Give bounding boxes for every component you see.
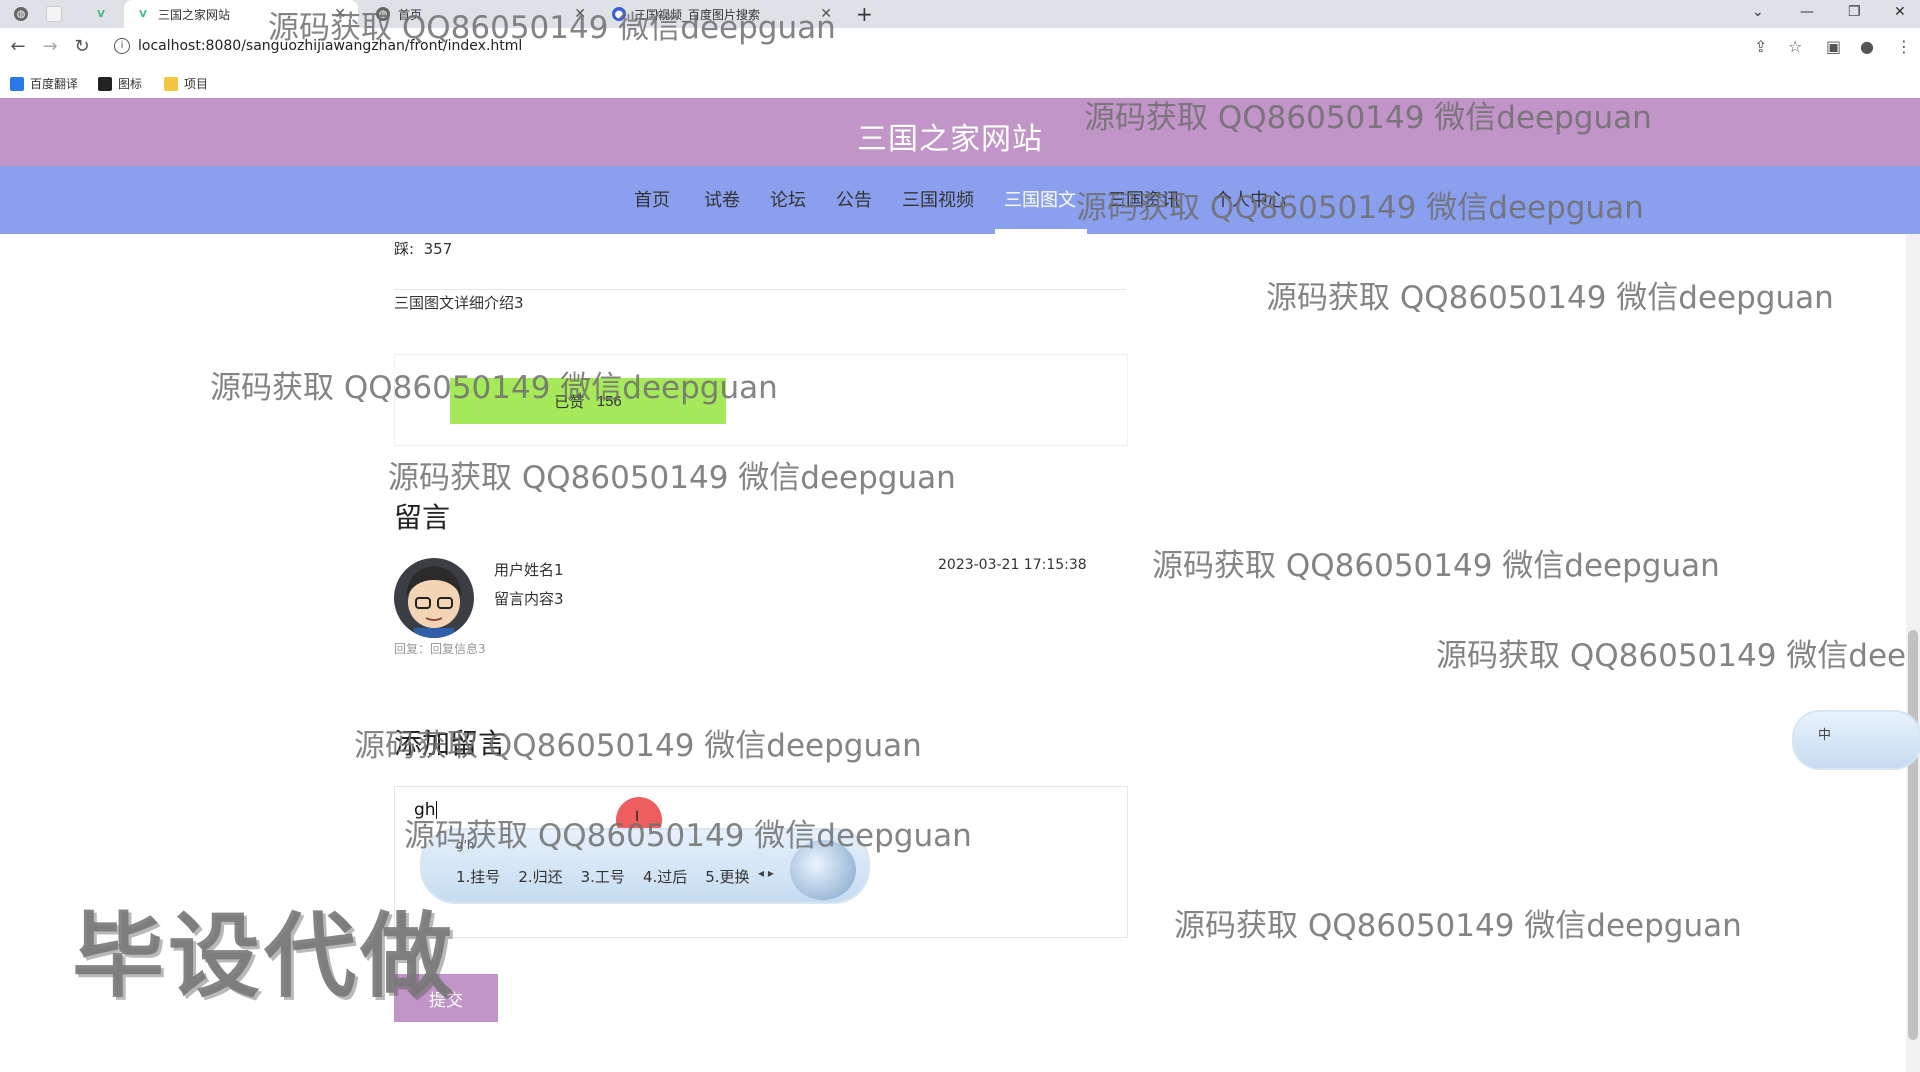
close-window-icon[interactable]: ✕ — [1894, 4, 1906, 20]
dislike-value: 357 — [423, 240, 453, 258]
watermark: 源码获取 QQ86050149 微信deepguan — [388, 460, 956, 496]
globe-icon: ◍ — [14, 7, 28, 21]
chevron-down-icon[interactable]: ⌄ — [1752, 4, 1764, 20]
dislike-label: 踩: — [394, 240, 415, 258]
new-tab-button[interactable]: + — [856, 0, 873, 28]
watermark: 源码获取 QQ86050149 微信deepguan — [1266, 280, 1834, 316]
tab-pinned-3[interactable]: V — [94, 0, 116, 28]
site-info-icon[interactable]: i — [114, 38, 130, 54]
watermark: 源码获取 QQ86050149 微信deepguan — [404, 818, 972, 854]
star-icon[interactable]: ☆ — [1788, 37, 1802, 56]
nav-videos[interactable]: 三国视频 — [902, 186, 974, 212]
watermark: 源码获取 QQ86050149 微信deepguan — [1084, 100, 1652, 136]
plus-icon: + — [856, 2, 873, 26]
watermark: 源码获取 QQ86050149 微信deepguan — [1436, 638, 1906, 674]
ime-candidate[interactable]: 5.更换 — [705, 866, 749, 887]
nav-articles[interactable]: 三国图文 — [1004, 186, 1076, 212]
messages-heading: 留言 — [394, 501, 451, 534]
watermark: 源码获取 QQ86050149 微信deepguan — [268, 10, 836, 46]
ime-candidate[interactable]: 2.归还 — [518, 866, 562, 887]
nav-exam[interactable]: 试卷 — [704, 186, 740, 212]
reload-icon[interactable]: ↻ — [70, 36, 94, 57]
translate-icon — [10, 76, 24, 91]
ime-mode-label: 中 — [1818, 728, 1832, 743]
ime-candidate[interactable]: 3.工号 — [581, 866, 625, 887]
watermark: 源码获取 QQ86050149 微信deepguan — [354, 728, 922, 764]
watermark: 源码获取 QQ86050149 微信deepguan — [1152, 548, 1720, 584]
bookmark-label: 项目 — [184, 77, 209, 91]
nav-home[interactable]: 首页 — [634, 186, 670, 212]
active-nav-indicator — [995, 229, 1087, 234]
tab-label: 三国之家网站 — [158, 7, 231, 22]
scroll-thumb[interactable] — [1908, 630, 1918, 1040]
avatar — [394, 558, 474, 638]
blank-page-icon — [46, 6, 62, 22]
watermark: 源码获取 QQ86050149 微信deepguan — [210, 370, 778, 406]
message-time: 2023-03-21 17:15:38 — [938, 557, 1087, 573]
forward-icon[interactable]: → — [38, 36, 62, 57]
nav-forum[interactable]: 论坛 — [770, 186, 806, 212]
watermark: 源码获取 QQ86050149 微信deepguan — [1076, 190, 1644, 226]
bookmark-label: 图标 — [118, 77, 143, 91]
vue-icon: V — [139, 8, 147, 20]
divider — [394, 289, 1126, 290]
tab-pinned-1[interactable]: ◍ — [14, 0, 36, 28]
ime-page-arrows[interactable]: ◂ ▸ — [758, 866, 774, 880]
message-reply: 回复：回复信息3 — [394, 642, 486, 656]
folder-icon — [164, 76, 178, 91]
page-scrollbar[interactable] — [1906, 234, 1920, 1072]
back-icon[interactable]: ← — [6, 36, 30, 57]
profile-icon[interactable]: ● — [1860, 37, 1874, 56]
chevron-right-icon[interactable]: ▸ — [768, 866, 774, 880]
message-user: 用户姓名1 — [494, 561, 564, 579]
dislike-count: 踩: 357 — [394, 238, 452, 259]
share-icon[interactable]: ⇪ — [1754, 37, 1767, 56]
bookmark-projects[interactable]: 项目 — [164, 75, 208, 92]
bookmark-label: 百度翻译 — [30, 77, 79, 91]
ime-candidate[interactable]: 4.过后 — [643, 866, 687, 887]
watermark-stamp: 毕设代做 — [72, 903, 457, 1010]
bookmark-baidu-translate[interactable]: 百度翻译 — [10, 75, 78, 92]
ime-candidates: 1.挂号 2.归还 3.工号 4.过后 5.更换 — [456, 866, 750, 887]
restore-icon[interactable]: ❐ — [1848, 4, 1861, 20]
watermark: 源码获取 QQ86050149 微信deepguan — [1174, 908, 1742, 944]
menu-icon[interactable]: ⋮ — [1896, 37, 1912, 56]
image-icon — [98, 76, 112, 91]
vue-icon: V — [97, 8, 105, 20]
ime-status-bar[interactable]: 中 — [1792, 710, 1920, 770]
sidebar-icon[interactable]: ▣ — [1826, 37, 1841, 56]
article-detail-text: 三国图文详细介绍3 — [394, 294, 524, 312]
minimize-icon[interactable]: — — [1800, 4, 1814, 20]
message-content: 留言内容3 — [494, 590, 564, 608]
bookmark-icons[interactable]: 图标 — [98, 75, 142, 92]
tab-pinned-2[interactable] — [46, 0, 70, 28]
chevron-left-icon[interactable]: ◂ — [758, 866, 764, 880]
nav-notice[interactable]: 公告 — [836, 186, 872, 212]
ime-candidate[interactable]: 1.挂号 — [456, 866, 500, 887]
